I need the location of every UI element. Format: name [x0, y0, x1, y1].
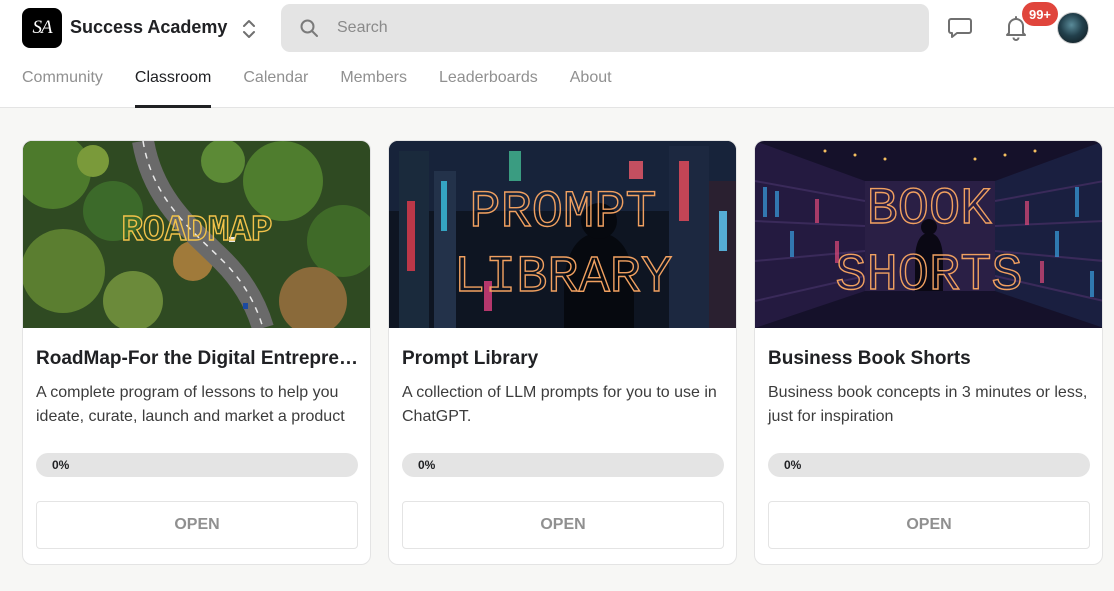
search-bar	[281, 4, 929, 52]
course-card-prompt-library[interactable]: PROMPT LIBRARY Prompt Library A collecti…	[388, 140, 737, 565]
course-title[interactable]: RoadMap-For the Digital Entrepreneur	[36, 348, 361, 370]
group-name[interactable]: Success Academy	[70, 16, 227, 38]
nav-tabs: Community Classroom Calendar Members Lea…	[22, 58, 644, 108]
course-card-book-shorts[interactable]: BOOK SHORTS Business Book Shorts Busines…	[754, 140, 1103, 565]
group-switcher-icon[interactable]	[238, 16, 260, 42]
course-title[interactable]: Business Book Shorts	[768, 348, 1093, 370]
chat-icon[interactable]	[946, 14, 974, 42]
avatar[interactable]	[1057, 12, 1089, 44]
progress-bar: 0%	[768, 453, 1090, 477]
course-cover-image[interactable]: BOOK SHORTS	[755, 141, 1102, 328]
search-icon	[299, 18, 319, 38]
open-button[interactable]: OPEN	[36, 501, 358, 549]
cover-subtitle-text: SHORTS	[835, 246, 1022, 305]
cover-title-text: PROMPT	[469, 183, 656, 242]
logo-text: SA	[32, 17, 52, 38]
course-description: A collection of LLM prompts for you to u…	[402, 384, 717, 425]
progress-label: 0%	[784, 458, 802, 472]
course-title[interactable]: Prompt Library	[402, 348, 727, 370]
cover-title-text: BOOK	[867, 180, 993, 239]
tab-members[interactable]: Members	[340, 58, 407, 108]
tab-community[interactable]: Community	[22, 58, 103, 108]
notification-badge: 99+	[1022, 2, 1058, 26]
tab-calendar[interactable]: Calendar	[243, 58, 308, 108]
top-header: SA Success Academy 99+ Community Classro…	[0, 0, 1114, 108]
cover-subtitle-text: LIBRARY	[454, 248, 672, 307]
progress-bar: 0%	[402, 453, 724, 477]
course-cover-image[interactable]: PROMPT LIBRARY	[389, 141, 736, 328]
tab-leaderboards[interactable]: Leaderboards	[439, 58, 538, 108]
progress-label: 0%	[52, 458, 70, 472]
course-card-roadmap[interactable]: ROADMAP RoadMap-For the Digital Entrepre…	[22, 140, 371, 565]
tab-classroom[interactable]: Classroom	[134, 58, 212, 108]
course-description: Business book concepts in 3 minutes or l…	[768, 384, 1088, 425]
open-button[interactable]: OPEN	[768, 501, 1090, 549]
search-input[interactable]	[337, 4, 897, 52]
progress-bar: 0%	[36, 453, 358, 477]
tab-about[interactable]: About	[570, 58, 612, 108]
course-cover-image[interactable]: ROADMAP	[23, 141, 370, 328]
cover-title-text: ROADMAP	[121, 210, 272, 251]
progress-label: 0%	[418, 458, 436, 472]
course-description: A complete program of lessons to help yo…	[36, 384, 345, 425]
open-button[interactable]: OPEN	[402, 501, 724, 549]
group-logo[interactable]: SA	[22, 8, 62, 48]
